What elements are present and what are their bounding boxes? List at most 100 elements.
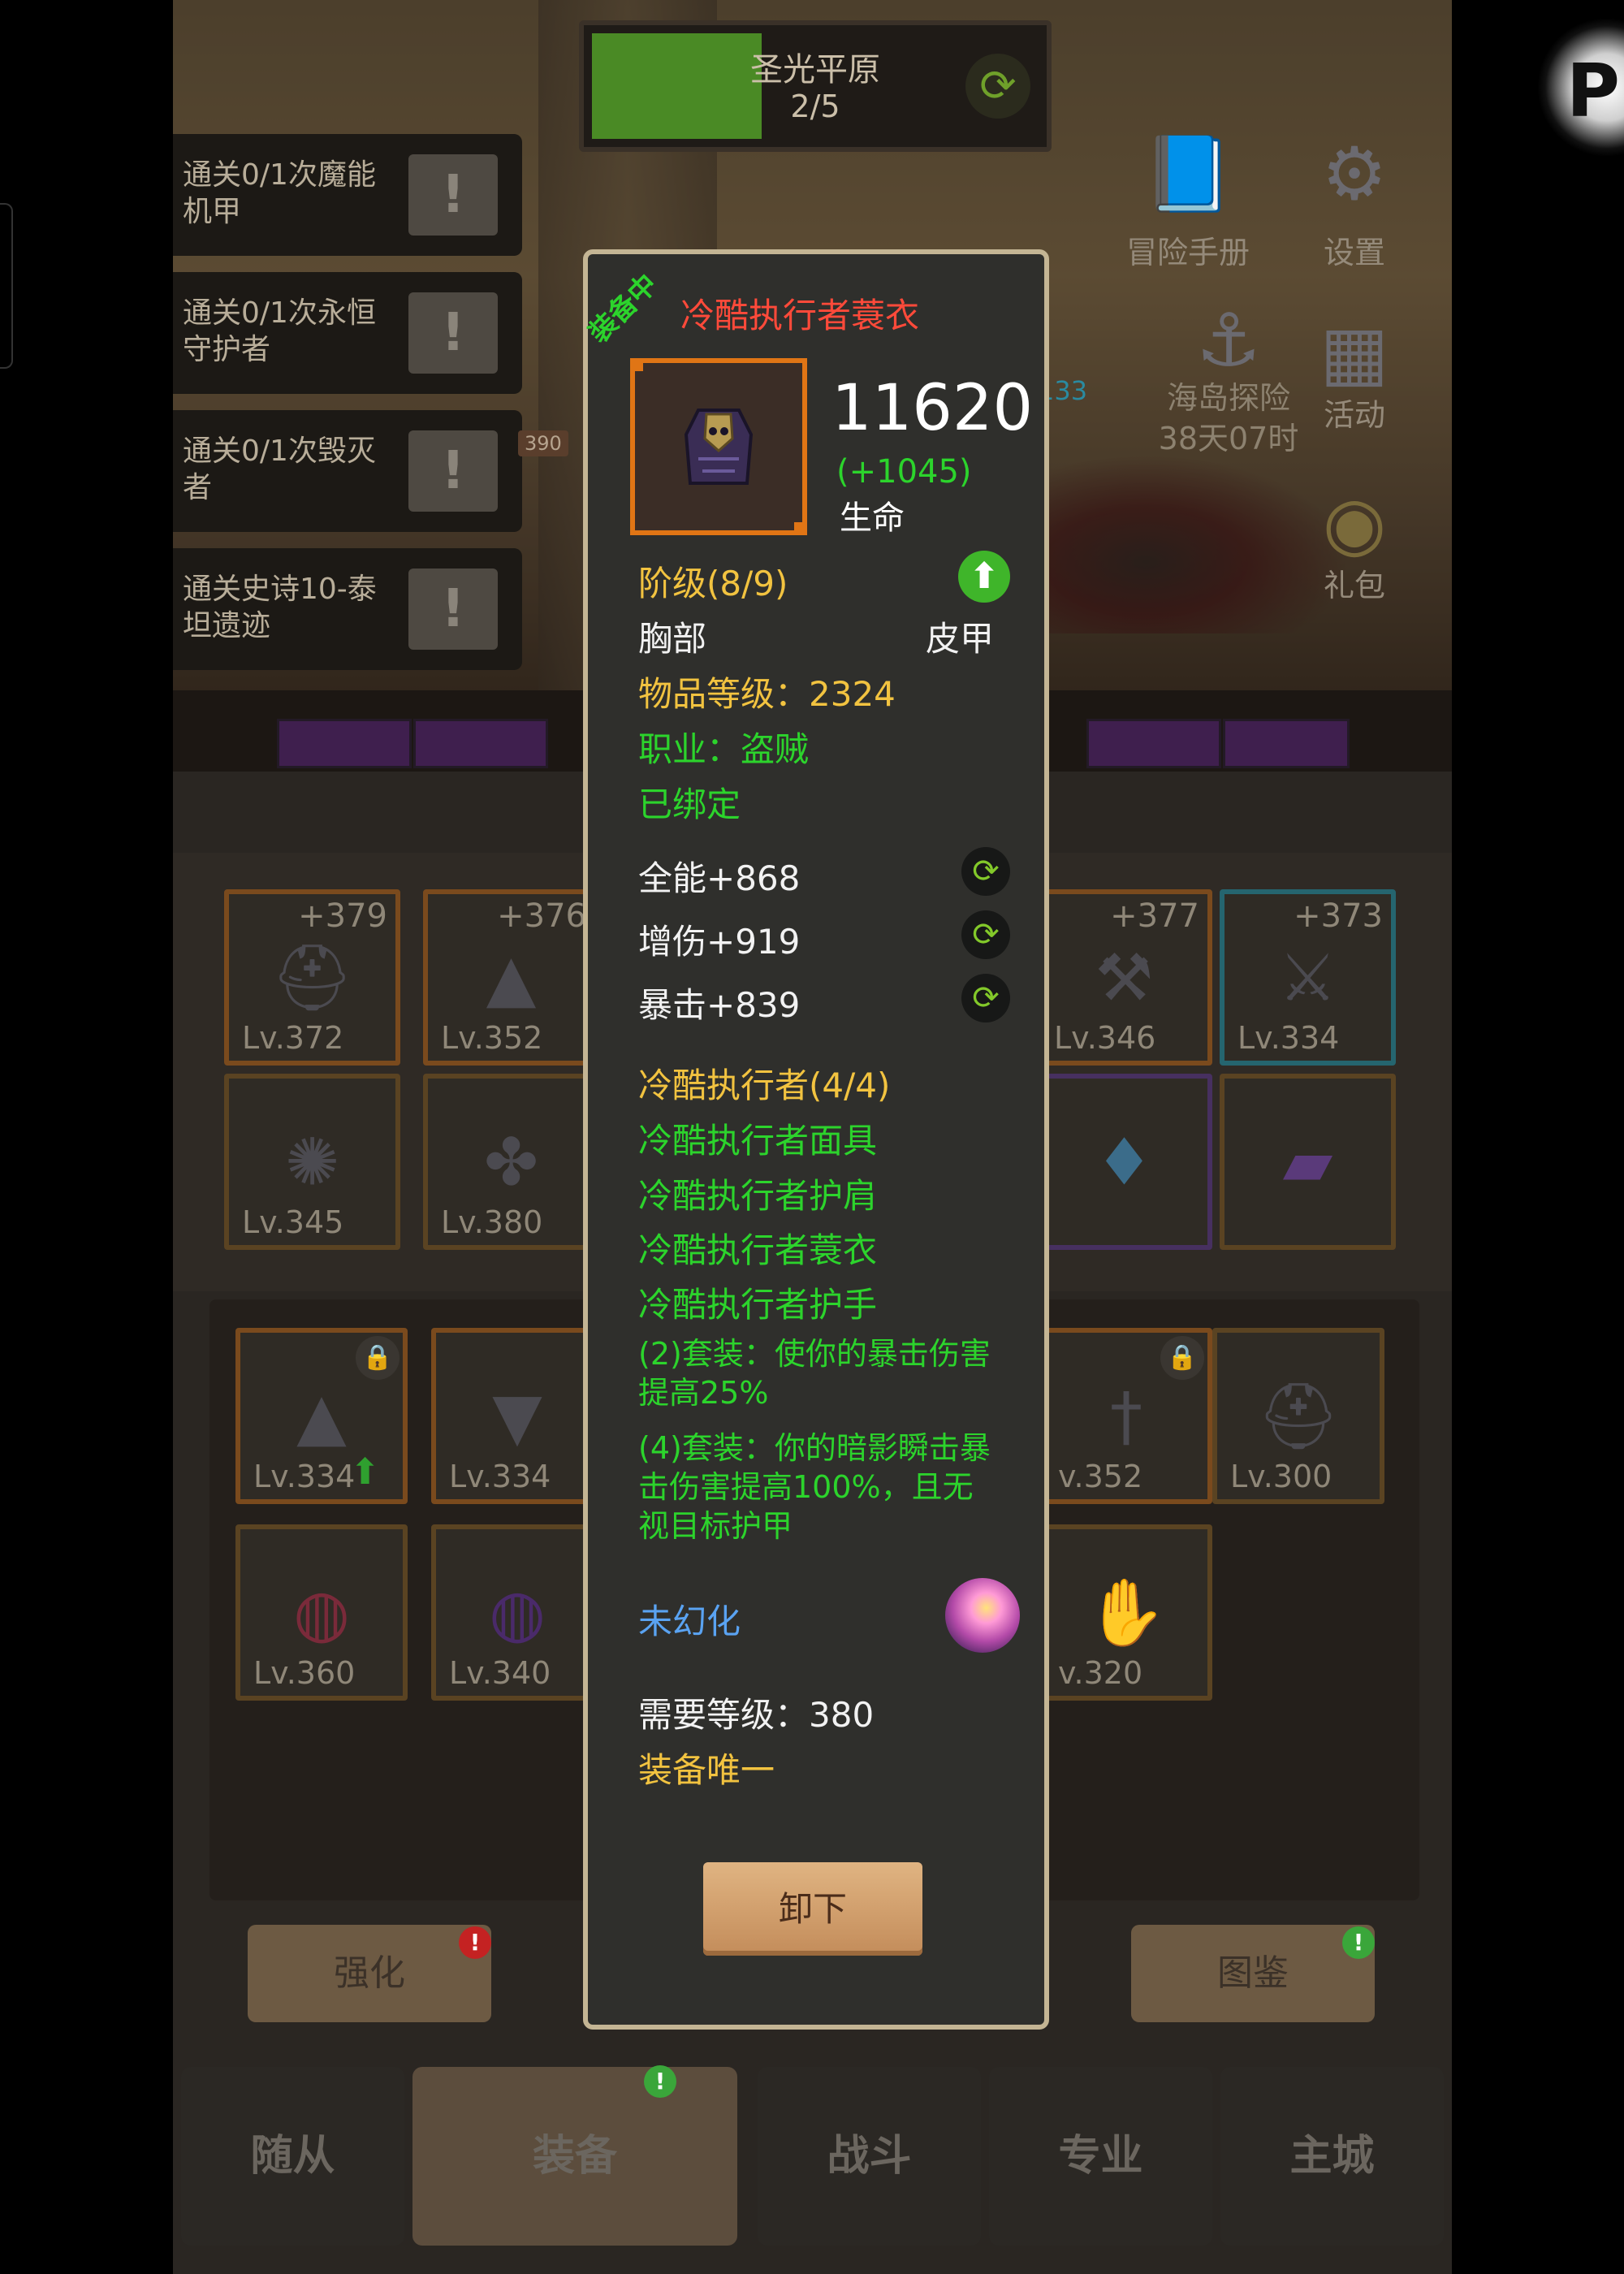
- item-class: 职业：盗贼: [638, 729, 810, 769]
- adventure-handbook-button[interactable]: 📘 冒险手册: [1115, 122, 1261, 272]
- item-detail-popup: 装备中 冷酷执行者蓑衣 11620 (+1045) 生命 阶级(8/9) ⬆ 胸…: [582, 249, 1049, 2030]
- slot-level: v.320: [1058, 1655, 1143, 1691]
- slot-level: Lv.340: [449, 1655, 551, 1691]
- set-bonus-4: (4)套装：你的暗影瞬击暴击伤害提高100%，且无视目标护甲: [638, 1430, 991, 1544]
- edge-handle[interactable]: [0, 203, 13, 369]
- tab-battle[interactable]: 战斗: [758, 2067, 981, 2246]
- required-level: 需要等级：380: [638, 1695, 875, 1735]
- slot-level: Lv.334: [1237, 1020, 1340, 1056]
- inventory-slot[interactable]: ⛑ Lv.300: [1212, 1328, 1384, 1504]
- gift-button[interactable]: ◉ 礼包: [1285, 471, 1423, 605]
- quest-item[interactable]: 通关0/1次永恒守护者 !: [173, 272, 522, 394]
- exclamation-icon: !: [408, 430, 498, 512]
- stat-line: 增伤+919: [638, 922, 801, 962]
- orb-icon: ✺: [284, 1124, 340, 1200]
- reroll-icon[interactable]: ⟳: [961, 974, 1010, 1022]
- stage-progress: 圣光平原 2/5 ⟳: [579, 20, 1052, 152]
- set-bonus-2: (2)套装：使你的暴击伤害提高25%: [638, 1336, 991, 1411]
- slot-level: Lv.334: [449, 1459, 551, 1494]
- equipped-tag: 装备中: [582, 267, 664, 350]
- slot-level: Lv.334: [253, 1459, 356, 1494]
- equip-slot[interactable]: ▰: [1220, 1074, 1396, 1250]
- upgrade-arrow-icon: ⬆: [350, 1451, 380, 1493]
- transmog-status: 未幻化: [638, 1602, 741, 1641]
- reroll-icon[interactable]: ⟳: [961, 847, 1010, 896]
- inventory-slot[interactable]: ▲ Lv.334 ⬆ 🔒: [235, 1328, 408, 1504]
- quest-item[interactable]: 通关0/1次魔能机甲 !: [173, 134, 522, 256]
- equip-slot[interactable]: +373 ⚔ Lv.334: [1220, 889, 1396, 1066]
- exclamation-icon: !: [408, 568, 498, 650]
- set-item: 冷酷执行者护手: [638, 1285, 878, 1325]
- tab-followers[interactable]: 随从: [181, 2067, 404, 2246]
- slot-level: Lv.345: [242, 1204, 344, 1240]
- ring-icon: ◍: [293, 1575, 350, 1650]
- set-item: 冷酷执行者护肩: [638, 1176, 878, 1216]
- set-item: 冷酷执行者面具: [638, 1121, 878, 1161]
- helmet-icon: ⛑: [270, 939, 354, 1015]
- transmog-orb-icon[interactable]: [945, 1578, 1020, 1653]
- inventory-slot[interactable]: ◍ Lv.340: [431, 1524, 603, 1701]
- equip-slot[interactable]: ✺ Lv.345: [224, 1074, 400, 1250]
- shoulder-icon: ▲: [486, 940, 537, 1015]
- inventory-slot[interactable]: ▼ Lv.334: [431, 1328, 603, 1504]
- equip-slot[interactable]: +379 ⛑ Lv.372: [224, 889, 400, 1066]
- refresh-icon[interactable]: ⟳: [965, 54, 1030, 119]
- hero-bar-segment: [1223, 719, 1350, 768]
- set-name: 冷酷执行者(4/4): [638, 1066, 891, 1105]
- quest-item[interactable]: 通关0/1次毁灭者 !: [173, 410, 522, 532]
- reroll-icon[interactable]: ⟳: [961, 910, 1010, 959]
- activity-button[interactable]: ▦ 活动: [1285, 300, 1423, 434]
- stat-line: 全能+868: [638, 858, 801, 898]
- quest-text: 通关0/1次毁灭者: [183, 434, 376, 504]
- stat-line: 暴击+839: [638, 985, 801, 1025]
- book-icon: 📘: [1142, 132, 1234, 217]
- quest-text: 通关史诗10-泰坦遗迹: [183, 573, 377, 642]
- main-stat-delta: (+1045): [836, 453, 972, 491]
- exclamation-icon: !: [408, 292, 498, 374]
- quest-text: 通关0/1次魔能机甲: [183, 158, 376, 228]
- codex-button[interactable]: 图鉴: [1131, 1925, 1375, 2022]
- lock-icon[interactable]: 🔒: [356, 1336, 400, 1380]
- settings-button[interactable]: ⚙ 设置: [1285, 122, 1423, 272]
- tab-equipment[interactable]: 装备: [412, 2067, 737, 2246]
- dagger-icon: †: [1110, 1378, 1142, 1454]
- activity-label: 活动: [1323, 397, 1385, 433]
- slot-level: Lv.346: [1054, 1020, 1156, 1056]
- slot-level: Lv.380: [441, 1204, 543, 1240]
- gem-icon: ✤: [483, 1124, 539, 1200]
- tab-main-city[interactable]: 主城: [1220, 2067, 1444, 2246]
- enhance-button[interactable]: 强化: [248, 1925, 491, 2022]
- slot-level: v.352: [1058, 1459, 1143, 1494]
- inventory-slot[interactable]: † v.352 🔒: [1040, 1328, 1212, 1504]
- unequip-button[interactable]: 卸下: [703, 1862, 922, 1956]
- lock-icon[interactable]: 🔒: [1160, 1336, 1204, 1380]
- enhance-plus: +376: [497, 897, 586, 935]
- enhance-plus: +373: [1294, 897, 1383, 935]
- item-name: 冷酷执行者蓑衣: [680, 296, 920, 335]
- inventory-slot[interactable]: ◍ Lv.360: [235, 1524, 408, 1701]
- unique-equip: 装备唯一: [638, 1750, 775, 1790]
- floating-assist-button[interactable]: P: [1537, 0, 1624, 175]
- tab-profession[interactable]: 专业: [989, 2067, 1212, 2246]
- p-logo-icon: P: [1566, 49, 1620, 134]
- equip-slot[interactable]: +377 ⚒ Lv.346: [1036, 889, 1212, 1066]
- helm-icon: ⛑: [1257, 1377, 1340, 1454]
- equip-slot[interactable]: ✤ Lv.380: [423, 1074, 599, 1250]
- equip-slot[interactable]: ♦: [1036, 1074, 1212, 1250]
- main-stat-value: 11620: [831, 372, 1034, 445]
- ring-icon: ◍: [489, 1575, 546, 1650]
- item-tier: 阶级(8/9): [638, 564, 788, 603]
- leaf-icon: ♦: [1095, 1124, 1154, 1200]
- weapon-icon: ⚔: [1278, 940, 1337, 1015]
- main-stat-name: 生命: [840, 499, 905, 537]
- inventory-slot[interactable]: ✋ v.320: [1040, 1524, 1212, 1701]
- shoulder-icon: ▲: [296, 1378, 347, 1454]
- glove-icon: ✋: [1086, 1574, 1167, 1650]
- equip-slot[interactable]: +376 ▲ Lv.352: [423, 889, 599, 1066]
- quest-item[interactable]: 通关史诗10-泰坦遗迹 !: [173, 548, 522, 670]
- upgrade-arrow-icon[interactable]: ⬆: [958, 551, 1010, 603]
- enemy-level-tag: 390: [518, 430, 568, 456]
- item-icon-frame: [630, 358, 807, 535]
- settings-label: 设置: [1323, 235, 1385, 270]
- bound-status: 已绑定: [638, 785, 741, 824]
